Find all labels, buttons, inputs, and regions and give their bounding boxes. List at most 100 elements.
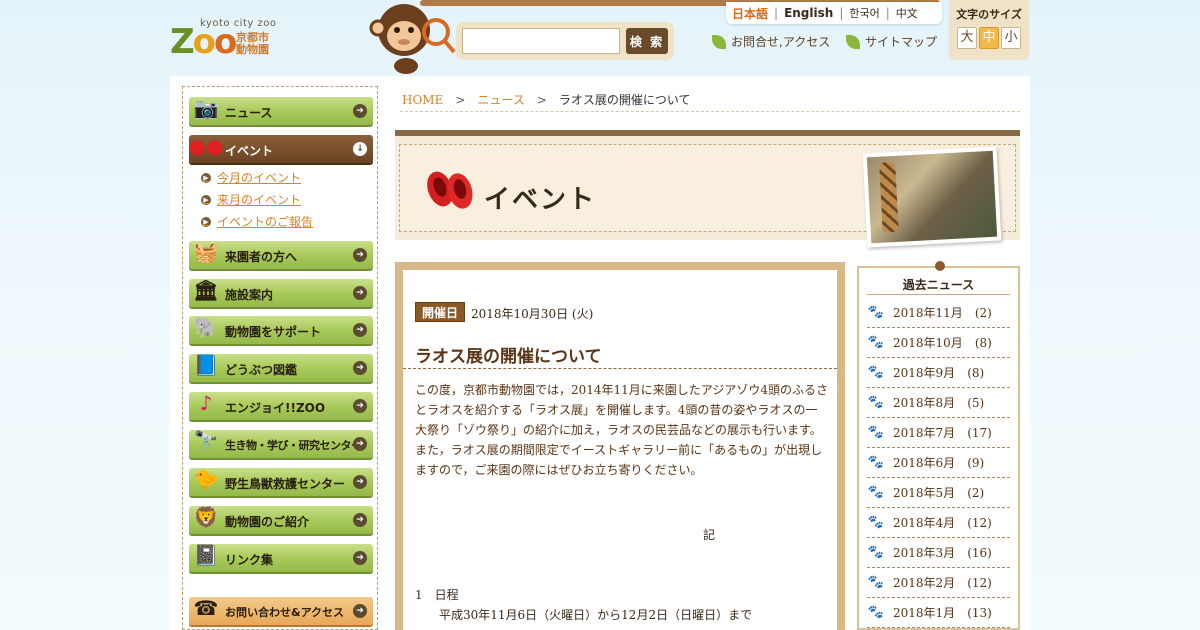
red-shoes-icon <box>427 171 473 209</box>
sidebar-item-news[interactable]: 📷 ニュース ➔ <box>189 96 373 125</box>
schedule-detail: 平成30年11月6日（火曜日）から12月2日（日曜日）まで <box>439 608 753 622</box>
past-news-month: 2018年1月 <box>893 606 956 620</box>
access-link-label: お問合せ,アクセス <box>731 35 831 49</box>
sidebar-item-visitors[interactable]: 🧺 来園者の方へ ➔ <box>189 240 373 269</box>
arrow-right-icon: ➔ <box>353 248 367 262</box>
past-news-count: (2) <box>974 305 992 320</box>
arrow-right-icon: ➔ <box>353 604 367 618</box>
sidebar-item-encyclopedia[interactable]: 📘 どうぶつ図鑑 ➔ <box>189 353 373 382</box>
lang-japanese[interactable]: 日本語 <box>726 5 774 22</box>
sidebar-item-wildlife-rescue[interactable]: 🐤 野生鳥獣救護センター ➔ <box>189 467 373 496</box>
arrow-right-icon: ➔ <box>353 475 367 489</box>
text-size-large-button[interactable]: 大 <box>957 27 977 49</box>
past-news-month: 2018年10月 <box>893 336 963 350</box>
past-news-month: 2018年7月 <box>893 426 956 440</box>
subitem-next-month[interactable]: ▶ 来月のイベント <box>201 191 301 208</box>
text-size-control: 文字のサイズ 大 中 小 <box>949 0 1029 60</box>
logo-jp-name: 京都市動物園 <box>236 31 269 56</box>
paw-icon: 🐾 <box>867 365 885 380</box>
access-link[interactable]: お問合せ,アクセス <box>712 33 830 50</box>
event-banner: イベント <box>395 130 1020 248</box>
zoo-logo[interactable]: kyoto city zoo Zoo 京都市動物園 <box>170 18 280 70</box>
past-news-count: (5) <box>967 395 985 410</box>
arrow-right-icon: ➔ <box>353 361 367 375</box>
elephant-icon: 🐘 <box>193 315 219 339</box>
past-news-item[interactable]: 🐾 2018年8月 (5) <box>867 388 1010 418</box>
article-ki: 記 <box>703 528 716 542</box>
sidebar-item-research-center[interactable]: 🔭 生き物・学び・研究センター ➔ <box>189 429 373 458</box>
past-news-item[interactable]: 🐾 2018年6月 (9) <box>867 448 1010 478</box>
book-icon: 📘 <box>193 353 219 377</box>
past-news-month: 2018年4月 <box>893 516 956 530</box>
event-date-badge: 開催日 <box>415 302 466 322</box>
past-news-month: 2018年11月 <box>893 306 963 320</box>
telephone-icon: ☎ <box>193 596 219 620</box>
sidebar-item-label: どうぶつ図鑑 <box>225 363 298 377</box>
past-news-item[interactable]: 🐾 2018年4月 (12) <box>867 508 1010 538</box>
search-input[interactable] <box>462 28 620 54</box>
sidebar-item-label: 来園者の方へ <box>225 250 298 264</box>
arrow-right-icon: ▶ <box>201 172 211 183</box>
past-news-item[interactable]: 🐾 2018年2月 (12) <box>867 568 1010 598</box>
sitemap-link[interactable]: サイトマップ <box>846 33 937 50</box>
past-news-count: (13) <box>967 605 992 620</box>
past-news-item[interactable]: 🐾 2018年3月 (16) <box>867 538 1010 568</box>
arrow-right-icon: ➔ <box>353 513 367 527</box>
paw-icon: 🐾 <box>867 515 885 530</box>
past-news-item[interactable]: 🐾 2018年9月 (8) <box>867 358 1010 388</box>
paw-icon: 🐾 <box>867 575 885 590</box>
subitem-label: 今月のイベント <box>217 171 302 185</box>
breadcrumb-news[interactable]: ニュース <box>477 91 524 108</box>
lang-chinese[interactable]: 中文 <box>890 5 924 21</box>
schedule-heading: 1 日程 <box>415 588 459 602</box>
past-news-item[interactable]: 🐾 2018年11月 (2) <box>867 298 1010 328</box>
subitem-this-month[interactable]: ▶ 今月のイベント <box>201 169 301 186</box>
sidebar-item-label: 動物園のご紹介 <box>225 515 310 529</box>
sitemap-link-label: サイトマップ <box>865 35 938 49</box>
sidebar-item-facilities[interactable]: 🏛 施設案内 ➔ <box>189 278 373 307</box>
giraffe-photo <box>862 146 1002 248</box>
leaf-icon <box>712 34 726 49</box>
breadcrumb-current: ラオス展の開催について <box>558 93 691 107</box>
basket-icon: 🧺 <box>193 240 219 264</box>
sidebar-item-label: 野生鳥獣救護センター <box>225 477 346 491</box>
sidebar-item-label: ニュース <box>225 106 273 120</box>
past-news-count: (16) <box>967 545 992 560</box>
past-news-item[interactable]: 🐾 2018年10月 (8) <box>867 328 1010 358</box>
site-header: kyoto city zoo Zoo 京都市動物園 検 索 日本語 | Engl… <box>0 0 1200 76</box>
lang-english[interactable]: English <box>778 6 839 20</box>
paw-icon: 🐾 <box>867 605 885 620</box>
sidebar-item-label: エンジョイ!!ZOO <box>225 401 326 415</box>
sidebar-item-enjoy-zoo[interactable]: ♪ エンジョイ!!ZOO ➔ <box>189 391 373 420</box>
sidebar-item-links[interactable]: 📓 リンク集 ➔ <box>189 543 373 572</box>
sidebar-item-label: 施設案内 <box>225 288 274 302</box>
sidebar-item-support[interactable]: 🐘 動物園をサポート ➔ <box>189 315 373 344</box>
past-news-item[interactable]: 🐾 2018年5月 (2) <box>867 478 1010 508</box>
past-news-item[interactable]: 🐾 2018年1月 (13) <box>867 598 1010 628</box>
subitem-event-report[interactable]: ▶ イベントのご報告 <box>201 213 313 230</box>
breadcrumb-home[interactable]: HOME <box>402 93 443 107</box>
sidebar-item-event[interactable]: ●● イベント ↓ <box>189 134 373 163</box>
arrow-right-icon: ➔ <box>353 399 367 413</box>
text-size-small-button[interactable]: 小 <box>1001 27 1021 49</box>
text-size-medium-button[interactable]: 中 <box>979 27 999 49</box>
paw-icon: 🐾 <box>867 455 885 470</box>
search-button[interactable]: 検 索 <box>626 28 668 54</box>
arrow-right-icon: ➔ <box>353 437 367 451</box>
past-news-month: 2018年2月 <box>893 576 956 590</box>
past-news-title-rule <box>867 294 1010 295</box>
camera-icon: 📷 <box>193 96 219 120</box>
article-title: ラオス展の開催について <box>415 347 602 367</box>
past-news-item[interactable]: 🐾 2018年7月 (17) <box>867 418 1010 448</box>
arrow-right-icon: ▶ <box>201 216 211 227</box>
arrow-down-icon: ↓ <box>353 142 367 156</box>
sidebar-item-about[interactable]: 🦁 動物園のご紹介 ➔ <box>189 505 373 534</box>
breadcrumb-separator: > <box>455 92 466 107</box>
pin-icon <box>935 261 945 271</box>
arrow-right-icon: ➔ <box>353 286 367 300</box>
arrow-right-icon: ➔ <box>353 323 367 337</box>
past-news-box: 過去ニュース 🐾 2018年11月 (2) 🐾 2018年10月 (8) 🐾 2… <box>857 261 1020 630</box>
past-news-count: (12) <box>967 515 992 530</box>
lang-korean[interactable]: 한국어 <box>843 5 885 21</box>
sidebar-item-contact[interactable]: ☎ お問い合わせ&アクセス ➔ <box>189 596 373 625</box>
